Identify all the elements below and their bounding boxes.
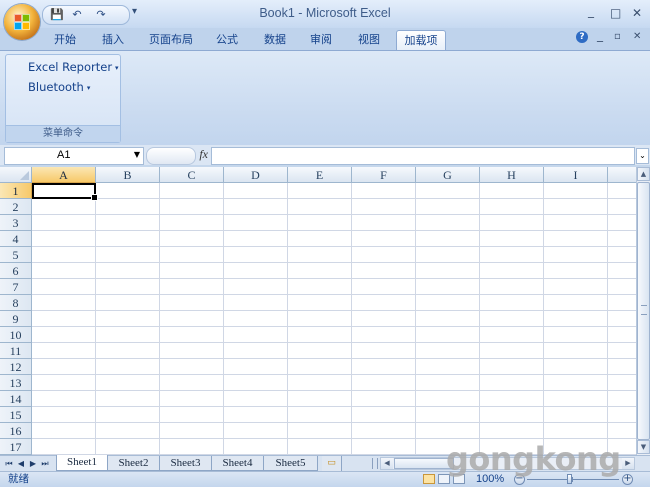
group-label: 菜单命令	[6, 125, 120, 142]
ribbon-tabs: 开始 插入 页面布局 公式 数据 审阅 视图 加载项 ? _ ▫ ✕	[0, 28, 650, 50]
zoom-slider-track[interactable]	[527, 479, 619, 480]
chevron-down-icon[interactable]: ▼	[134, 150, 140, 159]
menu-commands-group: Excel Reporter ▾ Bluetooth ▾ 菜单命令	[5, 54, 121, 143]
row-header[interactable]: 9	[0, 311, 32, 327]
column-header[interactable]: D	[224, 167, 288, 183]
column-header[interactable]: F	[352, 167, 416, 183]
chevron-down-icon: ▾	[86, 83, 91, 92]
column-header[interactable]: I	[544, 167, 608, 183]
workbook-restore-button[interactable]: ▫	[614, 31, 621, 42]
name-box-value: A1	[57, 149, 71, 161]
active-cell-a1[interactable]	[32, 183, 98, 201]
expand-formula-bar-icon[interactable]: ⌄	[636, 148, 649, 164]
formula-input[interactable]	[211, 147, 635, 165]
close-button[interactable]: ✕	[632, 6, 642, 20]
formula-bar: A1 ▼ fx ⌄	[0, 145, 650, 165]
column-header[interactable]: C	[160, 167, 224, 183]
help-icon[interactable]: ?	[576, 31, 588, 43]
column-header[interactable]: A	[32, 167, 96, 183]
column-header[interactable]: H	[480, 167, 544, 183]
cell-area[interactable]	[32, 183, 636, 455]
row-header[interactable]: 10	[0, 327, 32, 343]
row-header[interactable]: 1	[0, 183, 32, 199]
last-sheet-icon[interactable]: ⏭	[40, 456, 50, 471]
minimize-button[interactable]: _	[588, 4, 594, 18]
ribbon-panel: Excel Reporter ▾ Bluetooth ▾ 菜单命令	[0, 50, 650, 146]
status-ready-text: 就绪	[8, 473, 29, 485]
workbook-close-button[interactable]: ✕	[633, 31, 641, 42]
scroll-up-icon[interactable]: ▲	[637, 167, 650, 181]
row-header[interactable]: 16	[0, 423, 32, 439]
tab-split-handle[interactable]	[372, 458, 378, 469]
tab-view[interactable]: 视图	[354, 30, 384, 49]
watermark-text: gongkong	[446, 440, 621, 478]
select-all-button[interactable]	[0, 167, 32, 183]
next-sheet-icon[interactable]: ▶	[28, 456, 38, 471]
row-header[interactable]: 14	[0, 391, 32, 407]
formula-buttons[interactable]	[146, 147, 196, 165]
excel-reporter-label: Excel Reporter	[28, 60, 113, 74]
formula-controls: fx	[146, 147, 210, 165]
bluetooth-label: Bluetooth	[28, 80, 84, 94]
fill-handle[interactable]	[91, 194, 98, 201]
tab-data[interactable]: 数据	[260, 30, 290, 49]
tab-review[interactable]: 审阅	[306, 30, 336, 49]
sheet-tab-sheet1[interactable]: Sheet1	[56, 455, 108, 471]
sheet-tab-sheet3[interactable]: Sheet3	[160, 456, 212, 471]
window-title: Book1 - Microsoft Excel	[259, 6, 391, 20]
first-sheet-icon[interactable]: ⏮	[4, 456, 14, 471]
tab-page-layout[interactable]: 页面布局	[146, 30, 196, 49]
scroll-left-icon[interactable]: ◀	[381, 458, 393, 469]
vertical-scroll-thumb[interactable]	[637, 182, 650, 440]
row-header[interactable]: 3	[0, 215, 32, 231]
tab-insert[interactable]: 插入	[98, 30, 128, 49]
row-header[interactable]: 5	[0, 247, 32, 263]
row-header[interactable]: 8	[0, 295, 32, 311]
row-header[interactable]: 13	[0, 375, 32, 391]
row-header[interactable]: 4	[0, 231, 32, 247]
tab-formulas[interactable]: 公式	[212, 30, 242, 49]
row-header[interactable]: 2	[0, 199, 32, 215]
name-box[interactable]: A1 ▼	[4, 147, 144, 165]
prev-sheet-icon[interactable]: ◀	[16, 456, 26, 471]
column-header[interactable]: B	[96, 167, 160, 183]
row-header[interactable]: 11	[0, 343, 32, 359]
scroll-right-icon[interactable]: ▶	[622, 458, 634, 469]
tab-addins[interactable]: 加载项	[396, 30, 446, 50]
sheet-tab-sheet5[interactable]: Sheet5	[264, 456, 318, 471]
scroll-down-icon[interactable]: ▼	[637, 440, 650, 454]
row-header[interactable]: 17	[0, 439, 32, 455]
horizontal-scroll-thumb[interactable]	[394, 458, 454, 469]
row-header[interactable]: 15	[0, 407, 32, 423]
vertical-scrollbar[interactable]: ▲ ▼	[636, 167, 650, 455]
sheet-tab-sheet4[interactable]: Sheet4	[212, 456, 264, 471]
normal-view-icon[interactable]	[423, 474, 435, 484]
restore-button[interactable]: □	[610, 6, 621, 20]
column-header[interactable]: G	[416, 167, 480, 183]
insert-sheet-icon[interactable]: ▭	[322, 456, 342, 471]
zoom-in-icon[interactable]: +	[622, 474, 633, 485]
workbook-minimize-button[interactable]: _	[597, 28, 603, 42]
office-button[interactable]	[4, 4, 40, 40]
column-header[interactable]	[608, 167, 636, 183]
office-logo-icon	[14, 14, 30, 30]
row-header[interactable]: 7	[0, 279, 32, 295]
sheet-tab-sheet2[interactable]: Sheet2	[108, 456, 160, 471]
worksheet-grid[interactable]: A B C D E F G H I 1 2 3 4 5 6 7 8 9 10 1…	[0, 167, 636, 455]
row-header[interactable]: 12	[0, 359, 32, 375]
bluetooth-menu[interactable]: Bluetooth ▾	[28, 80, 90, 94]
column-header[interactable]: E	[288, 167, 352, 183]
title-bar: 💾 ↶ ↷ ▾ Book1 - Microsoft Excel _ □ ✕	[0, 0, 650, 28]
row-header[interactable]: 6	[0, 263, 32, 279]
chevron-down-icon: ▾	[115, 63, 119, 72]
tab-home[interactable]: 开始	[50, 30, 80, 49]
excel-reporter-menu[interactable]: Excel Reporter ▾	[28, 60, 119, 74]
insert-function-button[interactable]: fx	[199, 147, 208, 162]
